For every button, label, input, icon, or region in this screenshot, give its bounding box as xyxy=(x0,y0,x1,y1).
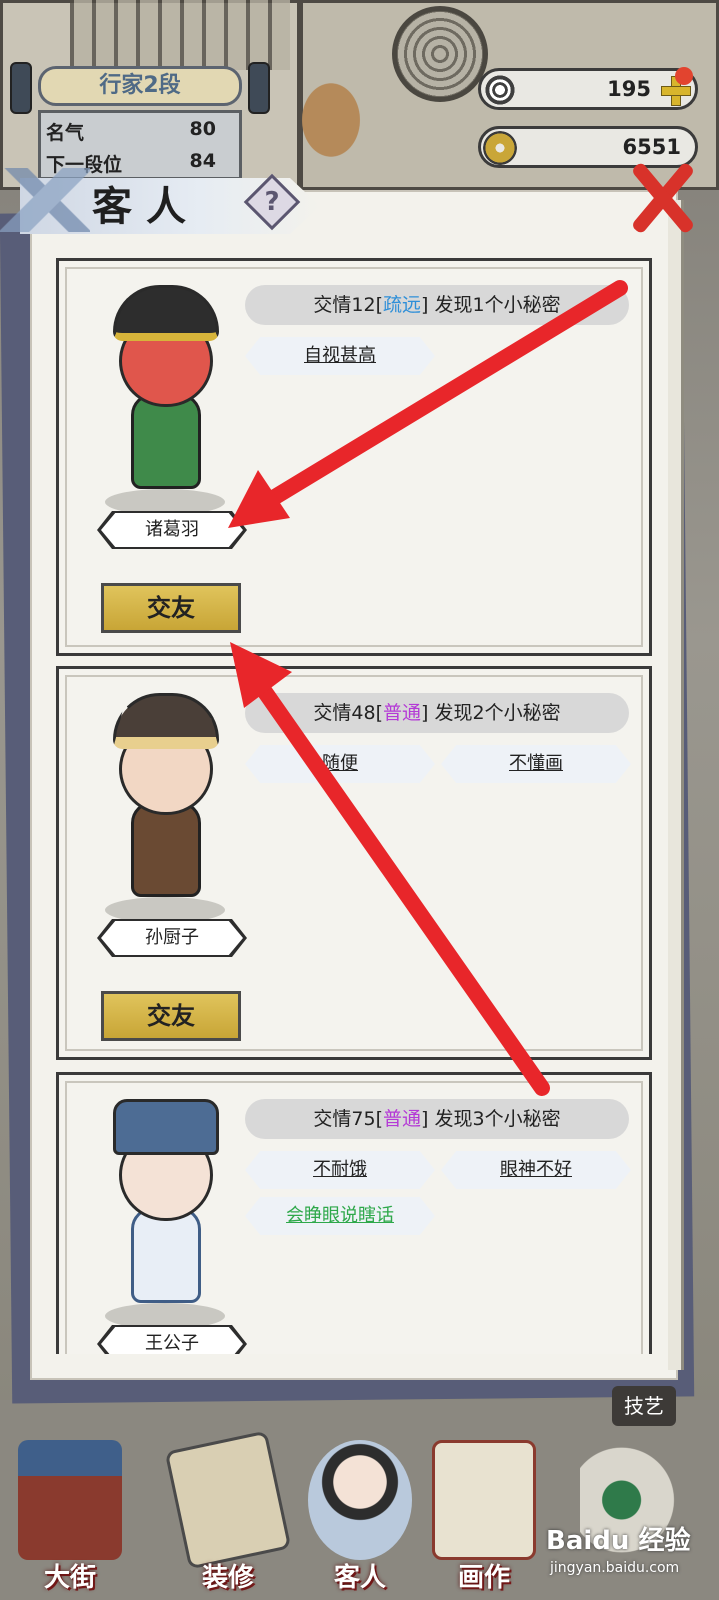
affinity-prefix: 交情75[ xyxy=(313,1108,384,1130)
notification-dot xyxy=(675,67,693,85)
guest-card: 孙厨子 交情48[普通] 发现2个小秘密 随便 不懂画 交友 xyxy=(56,666,652,1060)
background-horse-statue xyxy=(286,82,376,177)
affinity-status: 交情75[普通] 发现3个小秘密 xyxy=(245,1099,629,1139)
dialog-header: 客人 ? xyxy=(0,168,320,238)
question-icon: ? xyxy=(264,187,280,217)
coin-icon xyxy=(483,131,517,165)
fame-row: 名气 80 xyxy=(46,118,216,145)
background-round-window xyxy=(392,6,488,102)
nav-decorate[interactable]: 装修 xyxy=(164,1430,292,1600)
trait-tag[interactable]: 不懂画 xyxy=(441,745,631,783)
avatar-hair xyxy=(113,693,219,749)
nav-decorate-label: 装修 xyxy=(201,1563,254,1593)
affinity-prefix: 交情12[ xyxy=(313,294,384,316)
affinity-status: 交情12[疏远] 发现1个小秘密 xyxy=(245,285,629,325)
dialog-title: 客人 xyxy=(92,183,200,230)
nav-street-label: 大街 xyxy=(43,1563,96,1593)
mountain-decoration xyxy=(0,168,90,232)
guest-name: 诸葛羽 xyxy=(101,513,243,547)
trait-tag[interactable]: 自视甚高 xyxy=(245,337,435,375)
watermark-main: Baidu 经验 xyxy=(546,1526,691,1556)
rank-title: 行家2段 xyxy=(38,66,242,106)
affinity-prefix: 交情48[ xyxy=(313,702,384,724)
avatar-body xyxy=(131,1207,201,1303)
guest-name: 孙厨子 xyxy=(101,921,243,955)
close-button[interactable] xyxy=(626,158,698,236)
nav-guests[interactable]: 客人 xyxy=(300,1430,420,1600)
trait-tag[interactable]: 不耐饿 xyxy=(245,1151,435,1189)
swirl-icon xyxy=(483,73,517,107)
affinity-status: 交情48[普通] 发现2个小秘密 xyxy=(245,693,629,733)
avatar-hat xyxy=(113,285,219,341)
affinity-suffix: ] 发现3个小秘密 xyxy=(421,1108,561,1130)
trait-tag[interactable]: 随便 xyxy=(245,745,435,783)
book-icon xyxy=(164,1430,292,1570)
card-scroll-clip: 王公子 交情75[普通] 发现3个小秘密 不耐饿 眼神不好 会睁眼说瞎话 xyxy=(56,1072,652,1354)
trait-tag[interactable]: 眼神不好 xyxy=(441,1151,631,1189)
guest-avatar[interactable] xyxy=(95,275,235,515)
street-gate-icon xyxy=(18,1440,122,1560)
make-friend-button[interactable]: 交友 xyxy=(101,991,241,1041)
guest-card: 王公子 交情75[普通] 发现3个小秘密 不耐饿 眼神不好 会睁眼说瞎话 xyxy=(56,1072,652,1354)
guest-name: 王公子 xyxy=(101,1327,243,1354)
scroll-painting-icon xyxy=(432,1440,536,1560)
scroll-end-left xyxy=(10,62,32,114)
affinity-level: 普通 xyxy=(383,702,422,724)
fame-label: 名气 xyxy=(46,122,85,144)
nav-painting-label: 画作 xyxy=(457,1563,510,1593)
coins-value: 6551 xyxy=(622,135,681,159)
guest-card: 诸葛羽 交情12[疏远] 发现1个小秘密 自视甚高 交友 xyxy=(56,258,652,656)
trait-tag[interactable]: 会睁眼说瞎话 xyxy=(245,1197,435,1235)
affinity-level: 疏远 xyxy=(383,294,422,316)
watermark: Baidu 经验 jingyan.baidu.com xyxy=(546,1520,716,1590)
scroll-end-right xyxy=(248,62,270,114)
make-friend-button[interactable]: 交友 xyxy=(101,583,241,633)
nav-street[interactable]: 大街 xyxy=(10,1430,130,1600)
affinity-suffix: ] 发现1个小秘密 xyxy=(421,294,561,316)
affinity-suffix: ] 发现2个小秘密 xyxy=(421,702,561,724)
rank-board[interactable]: 行家2段 名气 80 下一段位 84 xyxy=(10,58,270,180)
avatar-hat xyxy=(113,1099,219,1155)
watermark-url: jingyan.baidu.com xyxy=(550,1560,680,1576)
primary-currency-value: 195 xyxy=(607,77,651,101)
nav-painting[interactable]: 画作 xyxy=(424,1430,544,1600)
guest-avatar[interactable] xyxy=(95,683,235,923)
nav-guests-label: 客人 xyxy=(333,1563,386,1593)
affinity-level: 普通 xyxy=(383,1108,422,1130)
primary-currency-bar[interactable]: 195 xyxy=(478,67,698,110)
fame-value: 80 xyxy=(189,118,216,140)
guest-portrait-icon xyxy=(308,1440,412,1560)
guest-avatar[interactable] xyxy=(95,1089,235,1329)
dialog-scroll-edge xyxy=(668,200,684,1370)
avatar-body xyxy=(131,393,201,489)
avatar-body xyxy=(131,801,201,897)
